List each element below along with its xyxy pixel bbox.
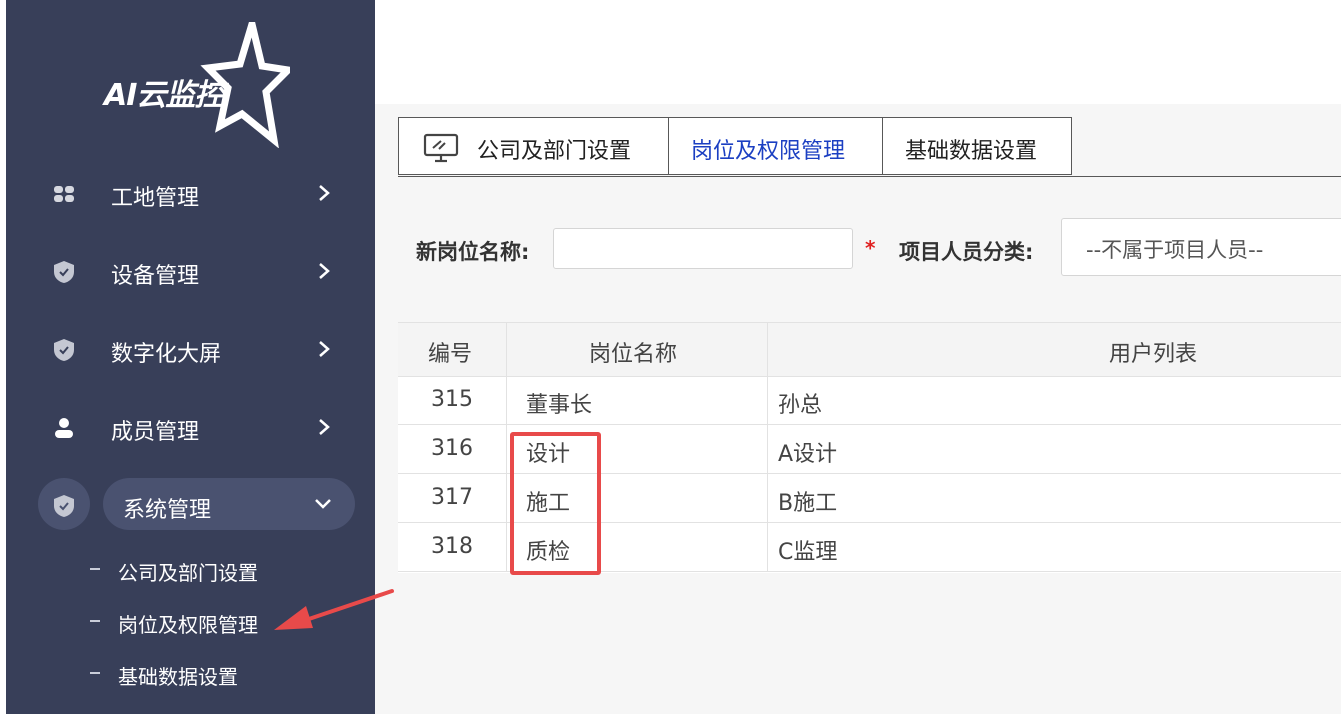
chevron-down-icon xyxy=(315,499,331,509)
header-user-list: 用户列表 xyxy=(1109,342,1198,367)
top-bar xyxy=(375,0,1341,104)
cell-user-list: B施工 xyxy=(778,491,838,516)
header-position-name: 岗位名称 xyxy=(589,342,678,367)
brand-name: AI云监控 xyxy=(104,78,224,113)
column-divider xyxy=(767,322,768,572)
category-selected-value: --不属于项目人员-- xyxy=(1086,238,1264,262)
sidebar-item-label: 数字化大屏 xyxy=(111,342,222,367)
dash-marker xyxy=(90,672,100,674)
tab-position-permission[interactable]: 岗位及权限管理 xyxy=(668,117,882,175)
new-position-label: 新岗位名称: xyxy=(416,240,530,264)
tab-underline xyxy=(398,176,1341,177)
tab-label: 基础数据设置 xyxy=(905,139,1038,164)
category-label: 项目人员分类: xyxy=(899,240,1034,264)
sidebar-item-digital-screen[interactable]: 数字化大屏 xyxy=(6,322,375,378)
sidebar-item-system-management[interactable]: 系统管理 xyxy=(6,476,375,532)
shield-icon xyxy=(54,495,74,517)
tab-label: 岗位及权限管理 xyxy=(691,139,846,164)
table-header-row: 编号 岗位名称 用户列表 xyxy=(398,322,1341,377)
chevron-right-icon xyxy=(319,185,330,201)
shield-icon xyxy=(54,261,74,283)
sidebar-item-device-management[interactable]: 设备管理 xyxy=(6,244,375,300)
cell-id: 317 xyxy=(431,485,473,510)
cell-user-list: 孙总 xyxy=(778,393,823,418)
dash-marker xyxy=(90,620,100,622)
tab-company-department[interactable]: 公司及部门设置 xyxy=(398,117,668,175)
tab-bar: 公司及部门设置 岗位及权限管理 基础数据设置 xyxy=(398,117,1072,177)
sidebar-item-label: 成员管理 xyxy=(111,420,200,445)
main-content: 公司及部门设置 岗位及权限管理 基础数据设置 新岗位名称: * 项目人员分类: … xyxy=(375,104,1341,714)
subitem-label: 岗位及权限管理 xyxy=(118,613,258,637)
chevron-right-icon xyxy=(319,263,330,279)
chevron-right-icon xyxy=(319,419,330,435)
cell-position-name: 董事长 xyxy=(526,393,593,418)
sidebar-item-label: 设备管理 xyxy=(111,264,200,289)
monitor-icon xyxy=(423,133,459,163)
subitem-label: 基础数据设置 xyxy=(118,665,238,689)
new-position-input[interactable] xyxy=(553,228,853,269)
column-divider xyxy=(506,322,507,572)
tab-basic-data[interactable]: 基础数据设置 xyxy=(882,117,1072,175)
cell-user-list: A设计 xyxy=(778,442,838,467)
required-mark: * xyxy=(865,236,876,260)
header-id: 编号 xyxy=(428,342,473,367)
grid-icon xyxy=(54,186,74,202)
cell-id: 315 xyxy=(431,387,473,412)
dash-marker xyxy=(90,568,100,570)
sidebar-item-label: 工地管理 xyxy=(111,186,200,211)
cell-user-list: C监理 xyxy=(778,540,838,565)
logo: AI云监控 xyxy=(104,22,290,148)
table-row[interactable]: 315 董事长 孙总 xyxy=(398,376,1341,425)
cell-id: 318 xyxy=(431,534,473,559)
sidebar-item-label: 系统管理 xyxy=(123,498,212,523)
sidebar-item-site-management[interactable]: 工地管理 xyxy=(6,166,375,222)
red-arrow-icon xyxy=(274,589,394,630)
shield-icon xyxy=(54,339,74,361)
subitem-label: 公司及部门设置 xyxy=(118,561,258,585)
subitem-basic-data[interactable]: 基础数据设置 xyxy=(6,661,375,701)
tab-label: 公司及部门设置 xyxy=(477,139,632,164)
cell-id: 316 xyxy=(431,436,473,461)
sidebar-item-member-management[interactable]: 成员管理 xyxy=(6,400,375,456)
chevron-right-icon xyxy=(319,341,330,357)
red-highlight-box xyxy=(510,432,601,575)
user-icon xyxy=(55,418,73,438)
category-select[interactable]: --不属于项目人员-- xyxy=(1061,218,1341,276)
